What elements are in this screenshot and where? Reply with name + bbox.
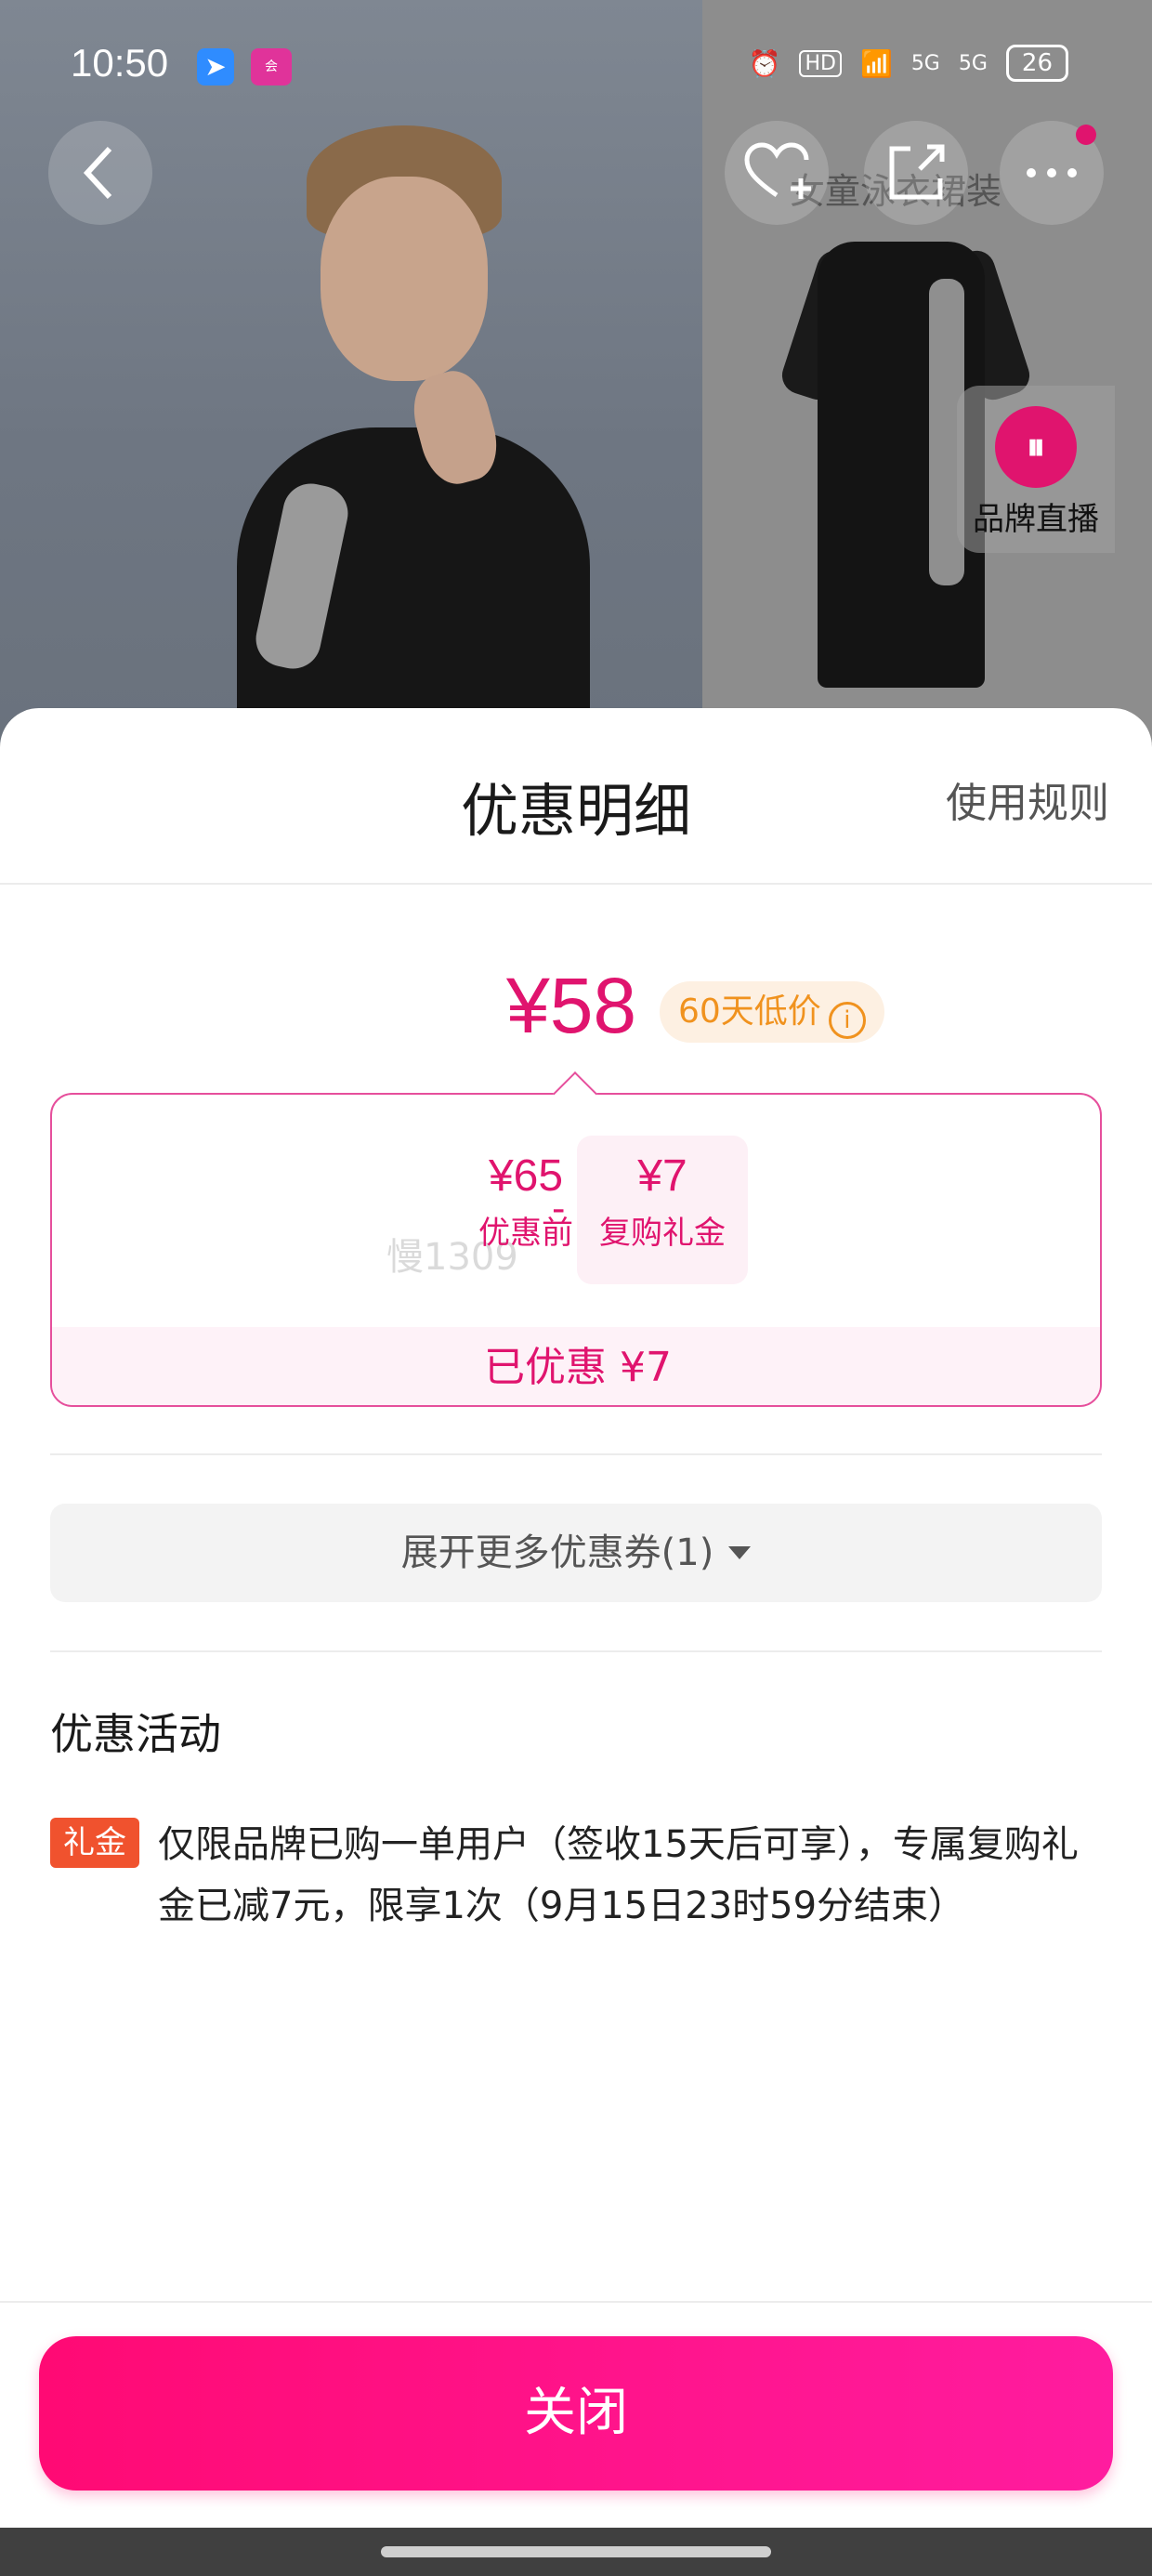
live-icon: ⏸ <box>995 406 1077 488</box>
info-icon: i <box>828 1002 866 1039</box>
signal-icon: 5G <box>910 51 940 75</box>
system-nav-bar <box>0 2528 1152 2576</box>
back-button[interactable] <box>48 121 152 225</box>
favorite-button[interactable] <box>725 121 829 225</box>
product-photo-main <box>0 0 702 743</box>
status-icons: ⏰ HD 📶 5G 5G 26 <box>749 45 1068 82</box>
hd-icon: HD <box>799 49 842 77</box>
heart-plus-icon <box>744 142 811 199</box>
price-breakdown-card: 慢1309 ¥65 优惠前 - ¥7 复购礼金 已优惠 ¥7 <box>50 1093 1102 1407</box>
close-button[interactable]: 关闭 <box>39 2336 1113 2491</box>
repurchase-gift-cell: ¥7 复购礼金 <box>577 1136 748 1284</box>
share-button[interactable] <box>864 121 968 225</box>
share-icon <box>889 144 945 200</box>
battery-icon: 26 <box>1005 45 1068 82</box>
low-price-badge[interactable]: 60天低价 i <box>660 981 884 1043</box>
activity-description: 仅限品牌已购一单用户（签收15天后可享），专属复购礼金已减7元，限享1次（9月1… <box>158 1823 1079 1927</box>
brand-live-button[interactable]: ⏸ 品牌直播 <box>957 386 1115 553</box>
minus-sign: - <box>552 1188 566 1230</box>
home-indicator[interactable] <box>381 2546 771 2557</box>
total-saved-bar: 已优惠 ¥7 <box>52 1327 1100 1405</box>
notification-dot <box>1076 125 1096 145</box>
vip-app-icon: 会 <box>251 48 292 85</box>
chevron-left-icon <box>83 146 112 200</box>
arrow-app-icon: ➤ <box>197 48 234 85</box>
status-time: 10:50 <box>71 41 169 85</box>
expand-coupons-button[interactable]: 展开更多优惠券(1) <box>50 1504 1102 1602</box>
gift-tag: 礼金 <box>50 1818 139 1868</box>
divider <box>50 1453 1102 1455</box>
usage-rules-link[interactable]: 使用规则 <box>946 769 1109 829</box>
footer-divider <box>0 2301 1152 2303</box>
divider <box>50 1650 1102 1652</box>
discount-detail-sheet: 优惠明细 使用规则 ¥58 60天低价 i 慢1309 ¥65 优惠前 - ¥7 … <box>0 708 1152 2528</box>
final-price-row: ¥58 60天低价 i <box>0 961 1152 1063</box>
wifi-icon: 📶 <box>859 47 893 79</box>
expand-coupons-label: 展开更多优惠券(1) <box>400 1531 714 1574</box>
gift-amount: ¥7 <box>637 1151 687 1201</box>
status-bar: 10:50 ➤ 会 ⏰ HD 📶 5G 5G 26 <box>0 0 1152 102</box>
product-background: 女童泳衣裙装 ⏸ 品牌直播 10:50 ➤ 会 ⏰ HD 📶 5G 5G 26 <box>0 0 1152 743</box>
low-price-label: 60天低价 <box>678 992 821 1031</box>
activities-title: 优惠活动 <box>50 1709 221 1759</box>
model-face <box>321 177 488 381</box>
sheet-header: 优惠明细 使用规则 <box>0 708 1152 885</box>
signal-icon: 5G <box>958 51 988 75</box>
alarm-icon: ⏰ <box>748 47 781 79</box>
final-price: ¥58 <box>506 962 637 1049</box>
triangle-down-icon <box>728 1546 752 1559</box>
gift-label: 复购礼金 <box>599 1215 726 1252</box>
live-label: 品牌直播 <box>973 501 1099 538</box>
